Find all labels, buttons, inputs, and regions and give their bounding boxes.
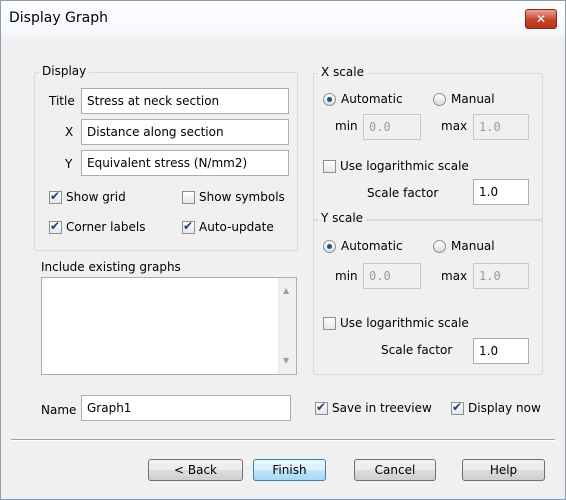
x-axis-label-field[interactable]: Distance along section xyxy=(81,119,289,145)
auto-update-check-icon xyxy=(182,219,195,234)
list-scrollbar[interactable]: ▲ ▼ xyxy=(278,278,296,374)
y-label: Y xyxy=(65,157,73,171)
corner-labels-check-icon xyxy=(49,219,62,234)
back-button[interactable]: < Back xyxy=(148,459,243,481)
show-grid-check-icon xyxy=(49,189,62,204)
y-scale-factor-field[interactable]: 1.0 xyxy=(473,338,529,364)
x-scale-factor-field[interactable]: 1.0 xyxy=(473,179,529,205)
y-scale-factor-label: Scale factor xyxy=(381,343,453,357)
save-treeview-check-icon xyxy=(315,400,328,415)
auto-update-label: Auto-update xyxy=(199,220,274,234)
x-min-field[interactable]: 0.0 xyxy=(363,114,421,140)
x-automatic-label: Automatic xyxy=(341,92,403,106)
y-log-label: Use logarithmic scale xyxy=(340,316,469,330)
title-field[interactable]: Stress at neck section xyxy=(81,88,289,114)
show-grid-label: Show grid xyxy=(66,190,126,204)
close-button[interactable]: ✕ xyxy=(525,9,557,29)
finish-button[interactable]: Finish xyxy=(253,459,326,481)
x-log-label: Use logarithmic scale xyxy=(340,159,469,173)
dialog-window: Display Graph ✕ Display Title Stress at … xyxy=(0,0,566,500)
display-now-label: Display now xyxy=(468,401,541,415)
display-legend: Display xyxy=(39,64,90,78)
show-symbols-check-icon xyxy=(182,191,195,204)
existing-graphs-label: Include existing graphs xyxy=(41,260,181,274)
y-scale-legend: Y scale xyxy=(318,211,367,225)
x-max-field[interactable]: 1.0 xyxy=(473,114,529,140)
y-log-check-icon xyxy=(323,317,336,330)
y-min-label: min xyxy=(335,269,358,283)
name-label: Name xyxy=(41,403,77,417)
corner-labels-label: Corner labels xyxy=(66,220,146,234)
y-max-label: max xyxy=(441,269,468,283)
x-manual-radio-icon xyxy=(433,93,446,106)
x-manual-label: Manual xyxy=(451,92,495,106)
x-max-label: max xyxy=(441,119,468,133)
x-label: X xyxy=(65,125,74,139)
close-icon: ✕ xyxy=(535,12,547,26)
y-min-field[interactable]: 0.0 xyxy=(363,263,421,289)
window-title: Display Graph xyxy=(9,10,108,26)
x-automatic-radio-icon xyxy=(323,93,336,106)
display-now-check-icon xyxy=(451,400,464,415)
y-automatic-radio-icon xyxy=(323,240,336,253)
help-button[interactable]: Help xyxy=(462,459,545,481)
x-scale-factor-label: Scale factor xyxy=(367,186,439,200)
separator xyxy=(11,439,555,441)
y-manual-label: Manual xyxy=(451,239,495,253)
y-axis-label-field[interactable]: Equivalent stress (N/mm2) xyxy=(81,150,289,176)
y-automatic-label: Automatic xyxy=(341,239,403,253)
title-bar[interactable]: Display Graph ✕ xyxy=(1,1,565,37)
scroll-down-icon[interactable]: ▼ xyxy=(283,356,289,365)
x-log-check-icon xyxy=(323,160,336,173)
name-field[interactable]: Graph1 xyxy=(81,395,291,421)
title-label: Title xyxy=(49,94,75,108)
save-treeview-label: Save in treeview xyxy=(332,401,432,415)
cancel-button[interactable]: Cancel xyxy=(354,459,436,481)
existing-graphs-list[interactable]: ▲ ▼ xyxy=(41,277,297,375)
x-min-label: min xyxy=(335,119,358,133)
scroll-up-icon[interactable]: ▲ xyxy=(283,286,289,295)
y-max-field[interactable]: 1.0 xyxy=(473,263,529,289)
show-symbols-label: Show symbols xyxy=(199,190,285,204)
x-scale-legend: X scale xyxy=(318,65,367,79)
y-manual-radio-icon xyxy=(433,240,446,253)
